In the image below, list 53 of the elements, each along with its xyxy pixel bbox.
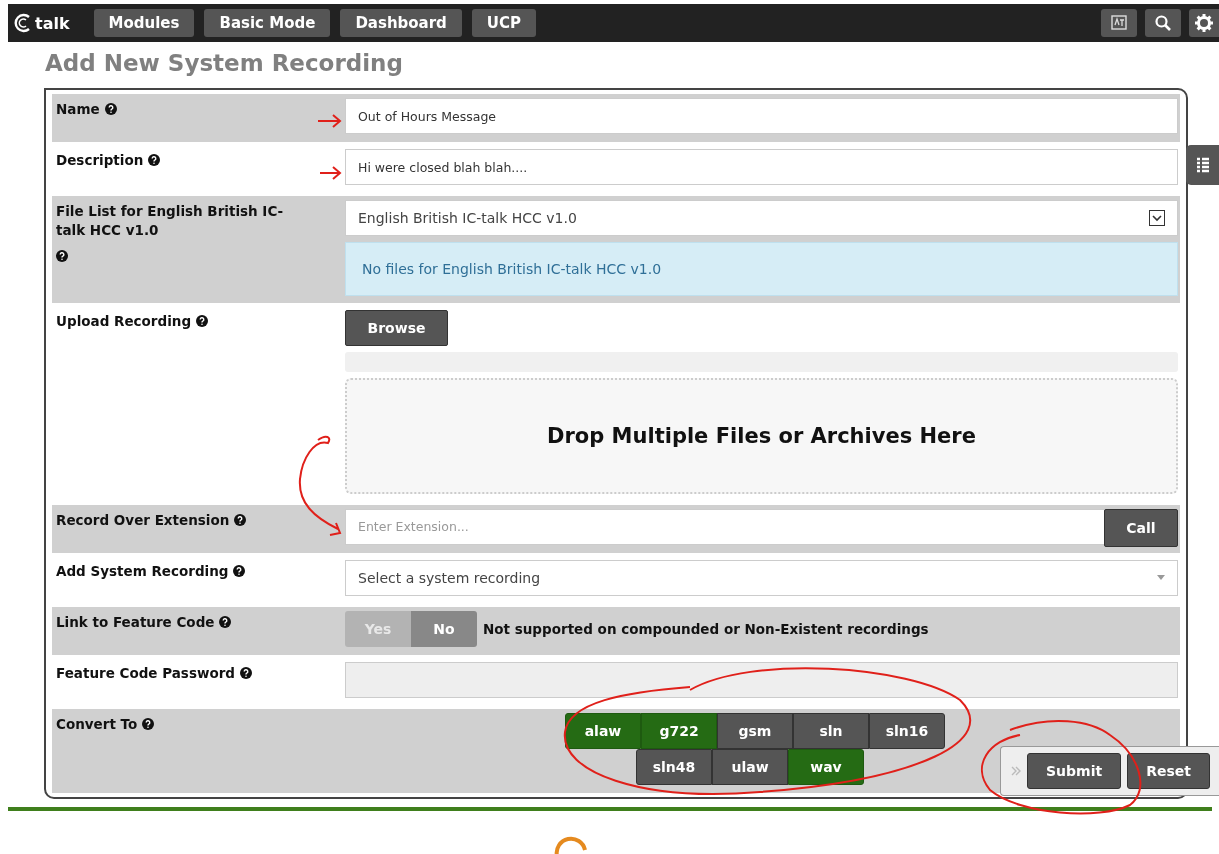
browse-button[interactable]: Browse bbox=[345, 309, 448, 346]
format-toggle[interactable]: ulaw bbox=[712, 748, 788, 785]
field-label: Add System Recording bbox=[56, 561, 229, 581]
info-message: No files for English British IC-talk HCC v1.0 bbox=[345, 242, 1178, 296]
call-button[interactable]: Call bbox=[1104, 508, 1178, 547]
help-icon[interactable] bbox=[148, 154, 161, 166]
format-toggle[interactable]: alaw bbox=[565, 712, 641, 749]
nav-button[interactable]: UCP bbox=[471, 9, 537, 37]
toggle-note: Not supported on compounded or Non-Existent recordings bbox=[483, 620, 929, 637]
password-field[interactable] bbox=[345, 661, 1178, 698]
format-toggle[interactable]: wav bbox=[788, 748, 864, 785]
caret-icon bbox=[1157, 574, 1165, 581]
drop-zone[interactable]: Drop Multiple Files or Archives Here bbox=[345, 377, 1178, 494]
nav-button[interactable]: Dashboard bbox=[340, 9, 462, 37]
text-field[interactable]: Hi were closed blah blah.... bbox=[345, 149, 1178, 185]
help-icon[interactable] bbox=[104, 103, 117, 115]
help-icon[interactable] bbox=[196, 314, 209, 327]
field-label: Description bbox=[56, 151, 144, 170]
list-icon[interactable] bbox=[1186, 145, 1219, 185]
logo-text: talk bbox=[35, 13, 70, 33]
help-icon[interactable] bbox=[219, 615, 232, 628]
help-icon[interactable] bbox=[56, 250, 68, 262]
help-icon[interactable] bbox=[142, 717, 155, 730]
format-toggle[interactable]: sln bbox=[793, 712, 869, 749]
nav-button[interactable]: Basic Mode bbox=[204, 9, 331, 37]
field-label: Link to Feature Code bbox=[56, 612, 215, 632]
format-toggle[interactable]: gsm bbox=[717, 712, 793, 749]
dropdown-field[interactable]: Select a system recording bbox=[345, 559, 1178, 596]
toggle-option[interactable]: No bbox=[411, 610, 477, 647]
annotation-arrow bbox=[317, 114, 342, 128]
format-toggle[interactable]: g722 bbox=[641, 712, 717, 749]
help-icon[interactable] bbox=[233, 564, 246, 577]
field-label: File List for English British IC-talk HCC v1.0 bbox=[56, 202, 285, 240]
field-label: Record Over Extension bbox=[56, 510, 230, 530]
chevron-down-icon bbox=[1149, 210, 1165, 226]
field-label: Name bbox=[56, 100, 100, 119]
settings-icon[interactable] bbox=[1189, 9, 1219, 37]
text-field[interactable]: Out of Hours Message bbox=[345, 98, 1178, 134]
format-toggle[interactable]: sln48 bbox=[636, 748, 712, 785]
action-button[interactable]: Reset bbox=[1127, 753, 1210, 789]
help-icon[interactable] bbox=[240, 666, 252, 679]
format-toggle[interactable]: sln16 bbox=[869, 712, 945, 749]
page-title: Add New System Recording bbox=[44, 49, 404, 78]
chevron-right-icon bbox=[1011, 766, 1021, 776]
dropdown-field[interactable]: English British IC-talk HCC v1.0 bbox=[345, 200, 1178, 236]
field-label: Convert To bbox=[56, 714, 138, 734]
annotation-arrow bbox=[319, 166, 342, 180]
nav-button[interactable]: Modules bbox=[93, 9, 195, 37]
field-label: Feature Code Password bbox=[56, 663, 235, 683]
action-button[interactable]: Submit bbox=[1027, 753, 1122, 789]
help-icon[interactable] bbox=[234, 513, 247, 526]
search-icon[interactable] bbox=[1145, 9, 1181, 37]
field-label: Upload Recording bbox=[56, 311, 192, 331]
